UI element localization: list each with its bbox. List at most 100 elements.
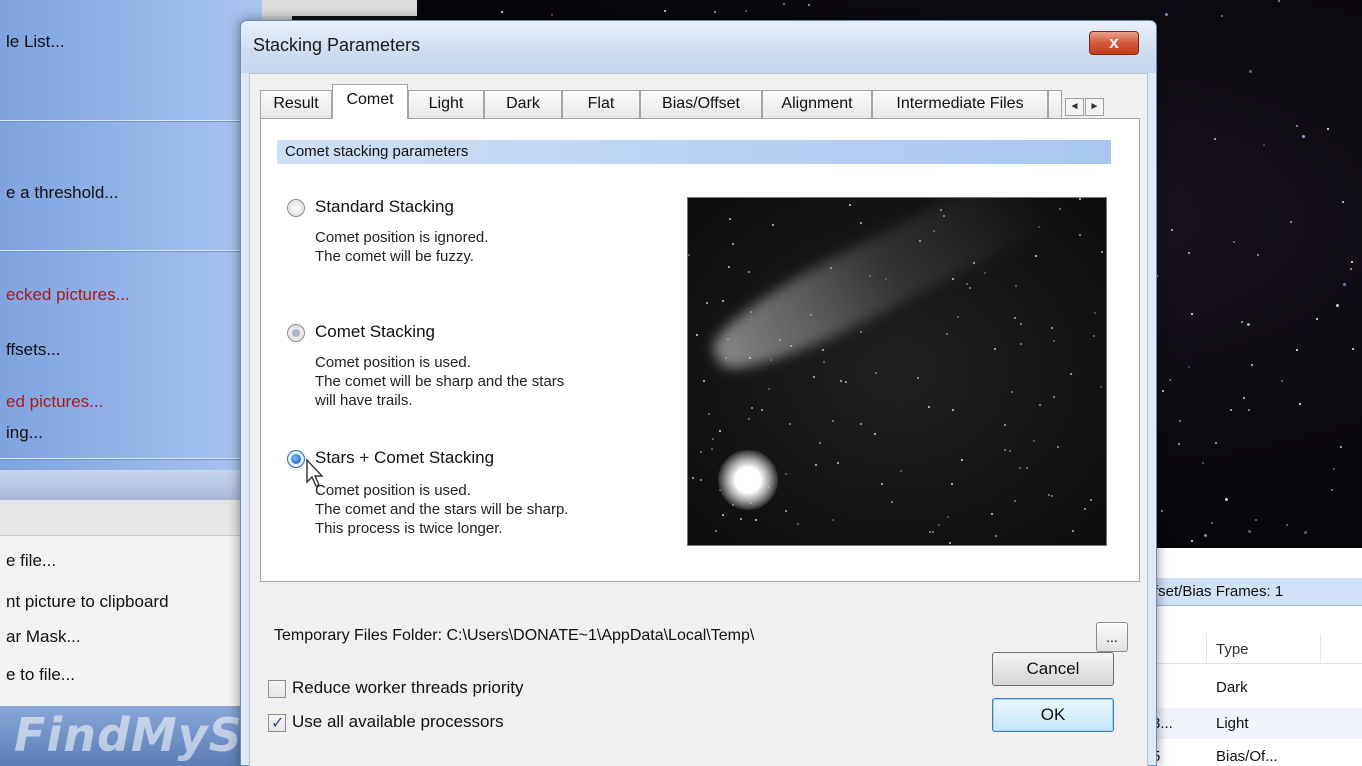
comet-image-star [874,433,876,435]
background-star [1296,349,1298,351]
background-star [1352,348,1354,350]
reduce-priority-label[interactable]: Reduce worker threads priority [292,678,523,698]
background-star [1336,304,1339,307]
background-star [1286,524,1288,526]
sidebar-item[interactable]: ed pictures... [6,392,103,412]
comet-image-star [860,423,862,425]
tab-light[interactable]: Light [408,90,484,118]
tab-comet[interactable]: Comet [332,84,408,119]
list-row[interactable]: Dark [1148,672,1362,703]
stars-comet-stacking-radio[interactable] [287,450,305,468]
comet-image-star [991,513,993,515]
list-row[interactable]: 5 Bias/Of... [1148,741,1362,766]
divider [0,250,262,252]
comet-image-star [966,283,968,285]
tab-scroll-right-icon[interactable]: ► [1085,98,1104,116]
background-star [1211,522,1213,524]
sidebar-item[interactable]: ar Mask... [6,627,81,647]
use-all-processors-label[interactable]: Use all available processors [292,712,504,732]
browse-folder-button[interactable]: ... [1096,622,1128,652]
list-row[interactable]: 3... Light [1148,708,1362,739]
list-cell-type: Dark [1216,679,1248,696]
background-star [1251,364,1253,366]
background-star [1233,241,1235,243]
standard-stacking-description: Comet position is ignored. [315,229,489,246]
background-star [501,11,503,13]
comet-image-star [728,266,730,268]
comet-image-star [696,334,698,336]
sidebar-item[interactable]: ffsets... [6,340,61,360]
tab-intermediate-files[interactable]: Intermediate Files [872,90,1048,118]
comet-image-star [700,451,702,453]
column-header-type[interactable]: Type [1216,641,1249,658]
tab-result[interactable]: Result [260,90,332,118]
standard-stacking-label[interactable]: Standard Stacking [315,197,454,217]
close-button[interactable]: x [1089,31,1139,55]
comet-image-star [1020,343,1022,345]
sidebar-item[interactable]: le List... [6,32,65,52]
comet-image-star [860,222,862,224]
sidebar-item[interactable]: e to file... [6,665,75,685]
cancel-button[interactable]: Cancel [992,652,1114,686]
sidebar-item[interactable]: ecked pictures... [6,285,130,305]
close-icon: x [1109,33,1119,52]
comet-stacking-radio[interactable] [287,324,305,342]
background-star [1243,397,1245,399]
tab-scroll-buttons: ◄ ► [1065,98,1105,118]
sidebar-item[interactable]: e file... [6,551,56,571]
sidebar-item[interactable]: e a threshold... [6,183,118,203]
stars-comet-stacking-description: Comet position is used. [315,482,471,499]
comet-image-star [949,542,951,544]
frames-summary-header: fset/Bias Frames: 1 [1148,578,1362,606]
sidebar-item[interactable]: nt picture to clipboard [6,592,169,612]
comet-image-star [755,519,757,521]
stars-comet-stacking-label[interactable]: Stars + Comet Stacking [315,448,494,468]
comet-image-star [823,361,825,363]
comet-tab-page: Comet stacking parameters Standard Stack… [260,118,1140,582]
background-star [1225,498,1228,501]
comet-image-star [830,267,832,269]
standard-stacking-radio[interactable] [287,199,305,217]
background-star [1188,252,1190,254]
comet-image-star [751,407,753,409]
background-star [1302,135,1305,138]
background-star [1278,0,1280,2]
background-star [1188,366,1190,368]
comet-image-star [837,462,839,464]
comet-image-star [1093,335,1095,337]
tab-dark[interactable]: Dark [484,90,562,118]
divider [0,120,262,122]
dialog-titlebar[interactable]: Stacking Parameters x [241,21,1156,73]
tab-overflow [1048,90,1062,118]
list-cell-type: Light [1216,715,1249,732]
tab-scroll-left-icon[interactable]: ◄ [1065,98,1084,116]
comet-image-star [785,510,787,512]
comet-image-star [940,209,942,211]
comet-image-star [790,345,792,347]
comet-image-star [1015,285,1017,287]
ok-button[interactable]: OK [992,698,1114,732]
use-all-processors-checkbox[interactable] [268,713,286,732]
comet-image-star [1014,500,1016,502]
background-star [1162,390,1164,392]
reduce-priority-checkbox[interactable] [268,680,286,698]
comet-image-star [932,531,934,533]
tab-bias-offset[interactable]: Bias/Offset [640,90,762,118]
comet-tail [701,198,1054,388]
background-star [1350,268,1352,270]
tab-flat[interactable]: Flat [562,90,640,118]
comet-stacking-description: The comet will be sharp and the stars [315,373,565,390]
tab-alignment[interactable]: Alignment [762,90,872,118]
comet-image-star [875,372,877,374]
comet-image-star [768,388,770,390]
sidebar-item[interactable]: ing... [6,423,43,443]
comet-image-star [703,380,705,382]
background-star [1290,221,1292,223]
comet-image-star [1053,396,1055,398]
stars-comet-stacking-description: This process is twice longer. [315,520,503,537]
comet-image-star [995,535,997,537]
background-star [783,3,785,5]
comet-image-star [957,316,959,318]
comet-stacking-label[interactable]: Comet Stacking [315,322,435,342]
comet-image-star [708,413,710,415]
